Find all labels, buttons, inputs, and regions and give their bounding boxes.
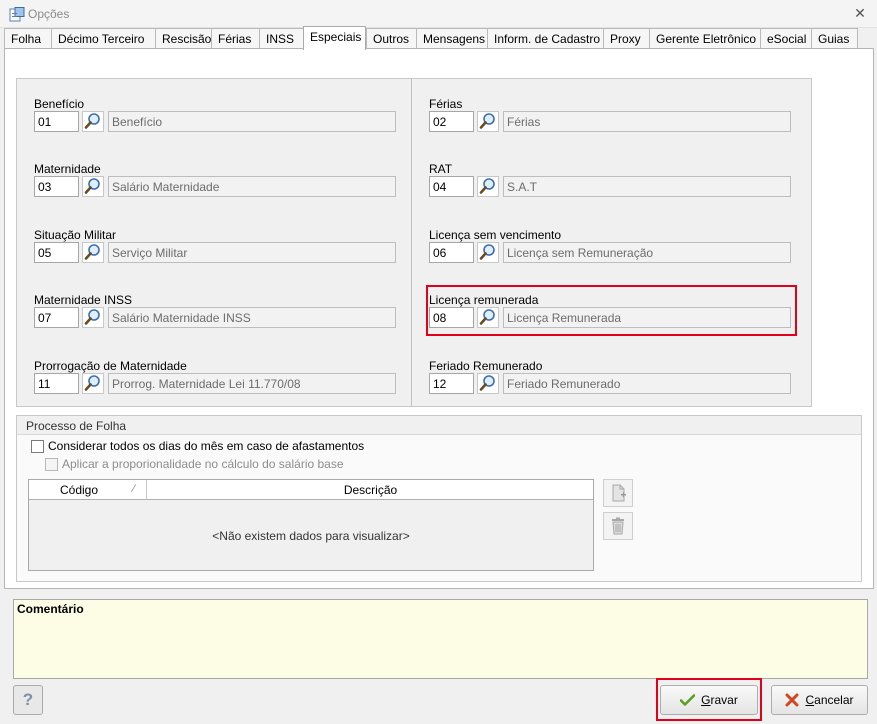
field-label: Férias: [429, 97, 463, 111]
description-field: Serviço Militar: [108, 242, 396, 263]
title-bar: Opções ✕: [0, 0, 877, 28]
description-field: S.A.T: [503, 176, 791, 197]
checkbox[interactable]: [31, 439, 44, 453]
code-input[interactable]: 07: [34, 307, 79, 328]
comment-label: Comentário: [17, 602, 84, 616]
tab-decimo-terceiro[interactable]: Décimo Terceiro: [51, 28, 155, 49]
cancel-x-icon: [785, 693, 799, 707]
field-label: Prorrogação de Maternidade: [34, 359, 187, 373]
search-icon[interactable]: [82, 242, 104, 263]
search-icon[interactable]: [82, 111, 104, 132]
field-label: Maternidade: [34, 162, 101, 176]
codes-panel: Benefício 01 Benefício Maternidade 03 Sa…: [16, 78, 812, 407]
code-input[interactable]: 05: [34, 242, 79, 263]
panel-divider: [411, 79, 412, 406]
grid-empty-message: <Não existem dados para visualizar>: [212, 529, 410, 543]
sort-icon: ∕: [133, 483, 135, 495]
description-field: Prorrog. Maternidade Lei 11.770/08: [108, 373, 396, 394]
code-input[interactable]: 12: [429, 373, 474, 394]
checkbox-aplicar-proporcionalidade[interactable]: Aplicar a proporionalidade no cálculo do…: [45, 457, 344, 471]
field-label: Situação Militar: [34, 228, 117, 242]
code-input[interactable]: 01: [34, 111, 79, 132]
checkbox-label: Aplicar a proporionalidade no cálculo do…: [62, 457, 344, 471]
field-label: RAT: [429, 162, 453, 176]
tab-outros[interactable]: Outros: [366, 28, 416, 49]
tab-ferias[interactable]: Férias: [211, 28, 259, 49]
tab-folha[interactable]: Folha: [4, 28, 51, 49]
description-field: Licença Remunerada: [503, 307, 791, 328]
description-field: Férias: [503, 111, 791, 132]
group-title: Processo de Folha: [17, 416, 861, 435]
help-button[interactable]: ?: [13, 685, 43, 715]
code-input[interactable]: 08: [429, 307, 474, 328]
code-input[interactable]: 03: [34, 176, 79, 197]
code-input[interactable]: 11: [34, 373, 79, 394]
description-field: Licença sem Remuneração: [503, 242, 791, 263]
tab-esocial[interactable]: eSocial: [760, 28, 811, 49]
description-field: Salário Maternidade: [108, 176, 396, 197]
search-icon[interactable]: [477, 111, 499, 132]
checkbox-considerar-dias[interactable]: Considerar todos os dias do mês em caso …: [31, 439, 364, 453]
field-label: Licença remunerada: [429, 293, 539, 307]
field-label: Licença sem vencimento: [429, 228, 562, 242]
window-title: Opções: [28, 7, 70, 21]
search-icon[interactable]: [82, 373, 104, 394]
tab-inss[interactable]: INSS: [259, 28, 303, 49]
search-icon[interactable]: [82, 307, 104, 328]
tab-strip: Folha Décimo Terceiro Rescisão Férias IN…: [4, 26, 864, 50]
field-label: Benefício: [34, 97, 85, 111]
code-input[interactable]: 02: [429, 111, 474, 132]
tab-proxy[interactable]: Proxy: [603, 28, 649, 49]
column-header-codigo[interactable]: Código: [29, 480, 147, 499]
cancel-button[interactable]: Cancelar: [771, 685, 868, 715]
tab-especiais[interactable]: Especiais: [303, 26, 366, 50]
tab-mensagens[interactable]: Mensagens: [416, 28, 487, 49]
cancel-label: Cancelar: [805, 693, 854, 707]
data-grid[interactable]: Código ∕ Descrição <Não existem dados pa…: [28, 479, 594, 571]
search-icon[interactable]: [477, 373, 499, 394]
search-icon[interactable]: [82, 176, 104, 197]
check-icon: [680, 694, 696, 706]
checkbox[interactable]: [45, 457, 58, 471]
tab-panel-especiais: Benefício 01 Benefício Maternidade 03 Sa…: [4, 48, 874, 589]
tab-guias[interactable]: Guias: [811, 28, 858, 49]
save-label: Gravar: [701, 693, 738, 707]
description-field: Benefício: [108, 111, 396, 132]
comment-field[interactable]: Comentário: [13, 599, 868, 679]
close-icon[interactable]: ✕: [853, 6, 867, 20]
delete-item-button[interactable]: [603, 512, 633, 540]
search-icon[interactable]: [477, 176, 499, 197]
add-document-icon: [612, 484, 626, 502]
checkbox-label: Considerar todos os dias do mês em caso …: [48, 439, 365, 453]
code-input[interactable]: 06: [429, 242, 474, 263]
field-label: Maternidade INSS: [34, 293, 133, 307]
trash-icon: [612, 517, 624, 535]
search-icon[interactable]: [477, 242, 499, 263]
save-button[interactable]: Gravar: [660, 685, 758, 715]
column-header-descricao[interactable]: Descrição: [148, 480, 593, 499]
add-item-button[interactable]: [603, 479, 633, 507]
search-icon[interactable]: [477, 307, 499, 328]
description-field: Feriado Remunerado: [503, 373, 791, 394]
tab-inform-cadastro[interactable]: Inform. de Cadastro: [487, 28, 603, 49]
processo-folha-group: Processo de Folha Considerar todos os di…: [16, 415, 862, 582]
tab-rescisao[interactable]: Rescisão: [155, 28, 211, 49]
grid-header: Código ∕ Descrição: [29, 480, 593, 500]
field-label: Feriado Remunerado: [429, 359, 543, 373]
code-input[interactable]: 04: [429, 176, 474, 197]
tab-gerente-eletronico[interactable]: Gerente Eletrônico: [649, 28, 760, 49]
app-icon: [9, 7, 25, 22]
description-field: Salário Maternidade INSS: [108, 307, 396, 328]
